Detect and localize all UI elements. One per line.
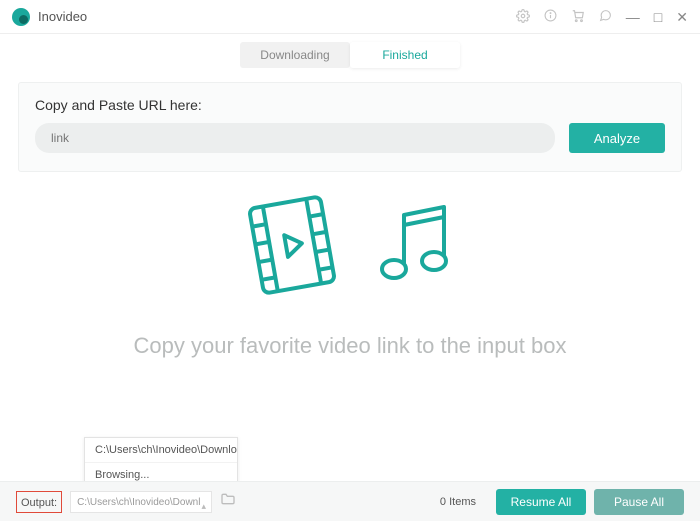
- tabs: Downloading Finished: [0, 42, 700, 68]
- app-title: Inovideo: [38, 9, 87, 24]
- output-path-select[interactable]: C:\Users\ch\Inovideo\Downl: [70, 491, 212, 513]
- pause-all-button[interactable]: Pause All: [594, 489, 684, 515]
- film-icon: [242, 190, 342, 305]
- open-folder-icon[interactable]: [220, 491, 236, 512]
- url-panel: Copy and Paste URL here: Analyze: [18, 82, 682, 172]
- resume-all-button[interactable]: Resume All: [496, 489, 586, 515]
- title-left: Inovideo: [12, 8, 87, 26]
- app-logo-icon: [12, 8, 30, 26]
- output-label-highlight: Output:: [16, 491, 62, 513]
- output-menu-item[interactable]: C:\Users\ch\Inovideo\Downloads: [85, 438, 237, 463]
- title-bar: Inovideo — □ ✕: [0, 0, 700, 34]
- maximize-button[interactable]: □: [654, 10, 662, 24]
- url-label: Copy and Paste URL here:: [35, 97, 665, 113]
- items-count: 0 Items: [440, 496, 476, 508]
- title-right: — □ ✕: [516, 9, 688, 25]
- close-button[interactable]: ✕: [676, 10, 688, 24]
- tab-finished[interactable]: Finished: [350, 42, 460, 68]
- minimize-button[interactable]: —: [626, 10, 640, 24]
- empty-illustration: [242, 190, 458, 305]
- cart-icon[interactable]: [571, 9, 585, 25]
- empty-state: Copy your favorite video link to the inp…: [0, 190, 700, 359]
- analyze-button[interactable]: Analyze: [569, 123, 665, 153]
- footer: Output: C:\Users\ch\Inovideo\Downl 0 Ite…: [0, 481, 700, 521]
- url-row: Analyze: [35, 123, 665, 153]
- settings-gear-icon[interactable]: [516, 9, 530, 25]
- tab-downloading[interactable]: Downloading: [240, 42, 350, 68]
- url-input[interactable]: [35, 123, 555, 153]
- message-icon[interactable]: [599, 9, 612, 24]
- music-note-icon: [378, 195, 458, 300]
- info-icon[interactable]: [544, 9, 557, 24]
- empty-hint: Copy your favorite video link to the inp…: [134, 333, 567, 359]
- output-label: Output:: [21, 497, 57, 509]
